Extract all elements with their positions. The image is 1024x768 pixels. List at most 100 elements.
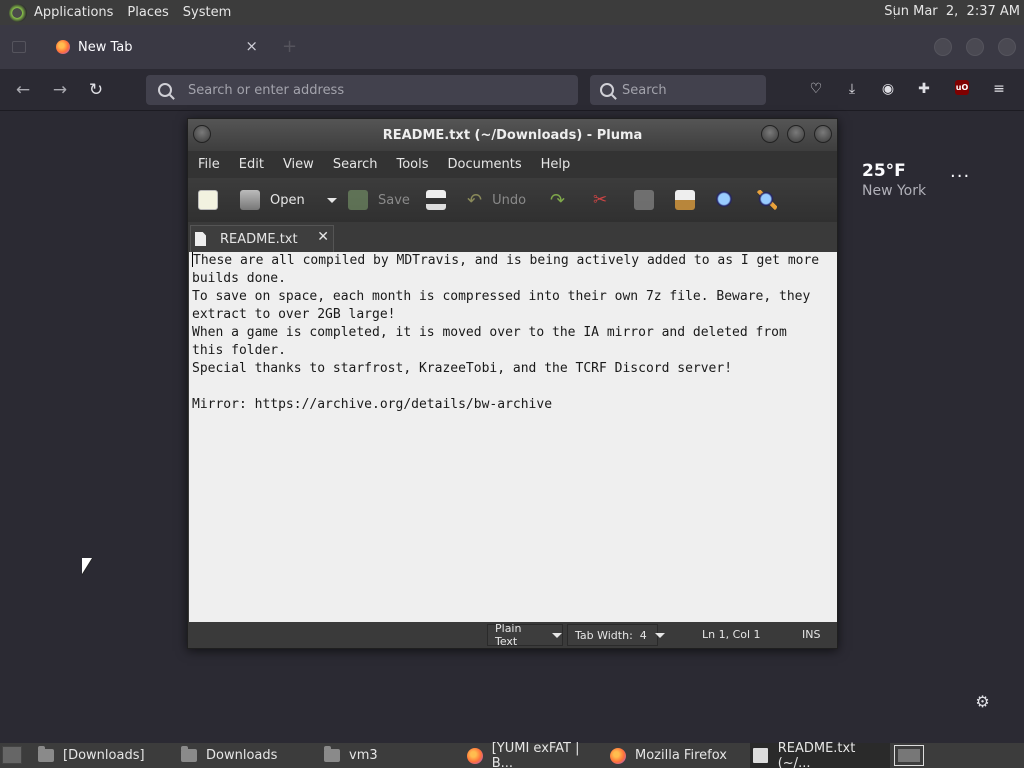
chevron-down-icon — [654, 632, 665, 638]
url-bar[interactable]: Search or enter address — [146, 75, 578, 105]
redo-button[interactable]: ↷ — [550, 189, 565, 211]
taskbar-label: [Downloads] — [63, 748, 145, 763]
print-button[interactable] — [426, 189, 446, 211]
copy-icon — [634, 190, 654, 210]
menu-edit[interactable]: Edit — [239, 157, 264, 172]
save-icon — [348, 190, 368, 210]
menu-help[interactable]: Help — [541, 157, 571, 172]
extensions-icon[interactable]: ✚ — [915, 80, 933, 98]
maximize-button[interactable] — [787, 125, 805, 143]
tab-width-dropdown[interactable]: Tab Width: 4 — [567, 624, 665, 646]
document-tabbar: README.txt ✕ — [188, 222, 837, 252]
scissors-icon: ✂ — [593, 190, 608, 210]
undo-label: Undo — [492, 192, 527, 208]
weather-temperature: 25°F — [862, 161, 906, 181]
find-button[interactable] — [715, 189, 735, 211]
insert-mode: INS — [802, 628, 821, 641]
text-editor-area[interactable]: These are all compiled by MDTravis, and … — [189, 252, 837, 624]
hamburger-menu-icon[interactable]: ≡ — [990, 80, 1008, 98]
close-tab-icon[interactable]: × — [245, 37, 258, 55]
show-desktop-button[interactable] — [2, 746, 22, 764]
pocket-icon[interactable]: ♡ — [807, 80, 825, 98]
undo-button[interactable]: ↶ Undo — [467, 189, 526, 211]
taskbar-item-yumi[interactable]: [YUMI exFAT | B... — [467, 741, 603, 768]
find-replace-button[interactable] — [757, 189, 777, 211]
window-title: README.txt (~/Downloads) - Pluma — [382, 127, 643, 143]
document-tab[interactable]: README.txt ✕ — [190, 225, 334, 252]
gear-icon[interactable]: ⚙ — [974, 693, 991, 710]
cursor-position: Ln 1, Col 1 — [702, 628, 761, 641]
editor-content: These are all compiled by MDTravis, and … — [192, 253, 820, 412]
print-icon — [426, 190, 446, 210]
menu-search[interactable]: Search — [333, 157, 378, 172]
places-menu[interactable]: Places — [127, 5, 168, 20]
taskbar-label: Downloads — [206, 748, 278, 763]
taskbar-item-readme[interactable]: README.txt (~/... — [750, 740, 890, 768]
firefox-icon — [56, 40, 70, 54]
bottom-panel: [Downloads] Downloads vm3 [YUMI exFAT | … — [0, 740, 1024, 768]
save-button[interactable]: Save — [348, 189, 410, 211]
close-window-button[interactable] — [998, 38, 1016, 56]
back-icon[interactable]: ← — [12, 79, 34, 101]
weather-widget[interactable]: 25°F New York — [862, 161, 926, 199]
syntax-label: Plain Text — [495, 622, 522, 648]
url-placeholder: Search or enter address — [188, 82, 345, 98]
taskbar-item-vm3[interactable]: vm3 — [324, 743, 460, 768]
taskbar-label: Mozilla Firefox — [635, 748, 727, 763]
copy-button[interactable] — [634, 189, 654, 211]
workspace-switcher[interactable] — [894, 745, 924, 766]
tab-new-tab[interactable]: New Tab × — [44, 31, 270, 63]
clock[interactable]: Sun Mar 2, 2:37 AM — [884, 4, 1020, 19]
weather-more-options[interactable]: ··· — [950, 166, 970, 187]
taskbar-label: vm3 — [349, 748, 378, 763]
open-folder-icon — [240, 190, 260, 210]
reload-icon[interactable]: ↻ — [85, 79, 107, 101]
applications-menu[interactable]: Applications — [34, 5, 113, 20]
mate-menu-icon[interactable] — [9, 3, 27, 22]
browser-tabbar: New Tab × + — [0, 25, 1024, 69]
pluma-window: README.txt (~/Downloads) - Pluma File Ed… — [187, 118, 838, 649]
paste-icon — [675, 190, 695, 210]
paste-button[interactable] — [675, 189, 695, 211]
window-titlebar[interactable]: README.txt (~/Downloads) - Pluma — [188, 119, 837, 151]
system-menu[interactable]: System — [183, 5, 231, 20]
syntax-highlight-dropdown[interactable]: Plain Text — [487, 622, 563, 648]
tab-overview-icon[interactable] — [12, 41, 26, 53]
minimize-button[interactable] — [761, 125, 779, 143]
redo-icon: ↷ — [550, 189, 566, 211]
find-replace-icon — [757, 190, 777, 210]
statusbar: Plain Text Tab Width: 4 Ln 1, Col 1 INS — [188, 622, 837, 648]
new-tab-button[interactable]: + — [282, 36, 297, 57]
maximize-window-button[interactable] — [966, 38, 984, 56]
forward-icon[interactable]: → — [49, 79, 71, 101]
close-button[interactable] — [814, 125, 832, 143]
top-panel: Applications Places System Sun Mar 2, 2:… — [0, 0, 1024, 25]
new-document-button[interactable] — [198, 189, 218, 211]
menu-view[interactable]: View — [283, 157, 314, 172]
menubar: File Edit View Search Tools Documents He… — [188, 151, 837, 178]
window-menu-icon[interactable] — [193, 125, 211, 143]
menu-tools[interactable]: Tools — [396, 157, 428, 172]
search-icon — [158, 83, 172, 97]
cut-button[interactable]: ✂ — [593, 189, 607, 211]
search-bar[interactable]: Search — [590, 75, 766, 105]
taskbar-item-downloads[interactable]: Downloads — [181, 743, 317, 768]
firefox-icon — [467, 747, 483, 764]
open-recent-dropdown[interactable] — [319, 189, 337, 211]
open-button[interactable]: Open — [240, 189, 305, 211]
document-tab-label: README.txt — [220, 231, 298, 247]
menu-documents[interactable]: Documents — [448, 157, 522, 172]
account-icon[interactable]: ◉ — [879, 80, 897, 98]
taskbar-item-downloads-bracket[interactable]: [Downloads] — [38, 743, 174, 768]
menu-file[interactable]: File — [198, 157, 220, 172]
save-label: Save — [378, 192, 410, 208]
close-tab-icon[interactable]: ✕ — [317, 229, 329, 245]
search-icon — [600, 83, 614, 97]
ublock-origin-icon[interactable]: uO — [955, 80, 969, 95]
minimize-window-button[interactable] — [934, 38, 952, 56]
downloads-icon[interactable]: ⤓ — [843, 80, 861, 98]
taskbar-item-firefox[interactable]: Mozilla Firefox — [610, 743, 746, 768]
folder-icon — [38, 746, 54, 762]
taskbar-label: README.txt (~/... — [777, 740, 856, 768]
mouse-cursor-icon — [82, 558, 93, 576]
